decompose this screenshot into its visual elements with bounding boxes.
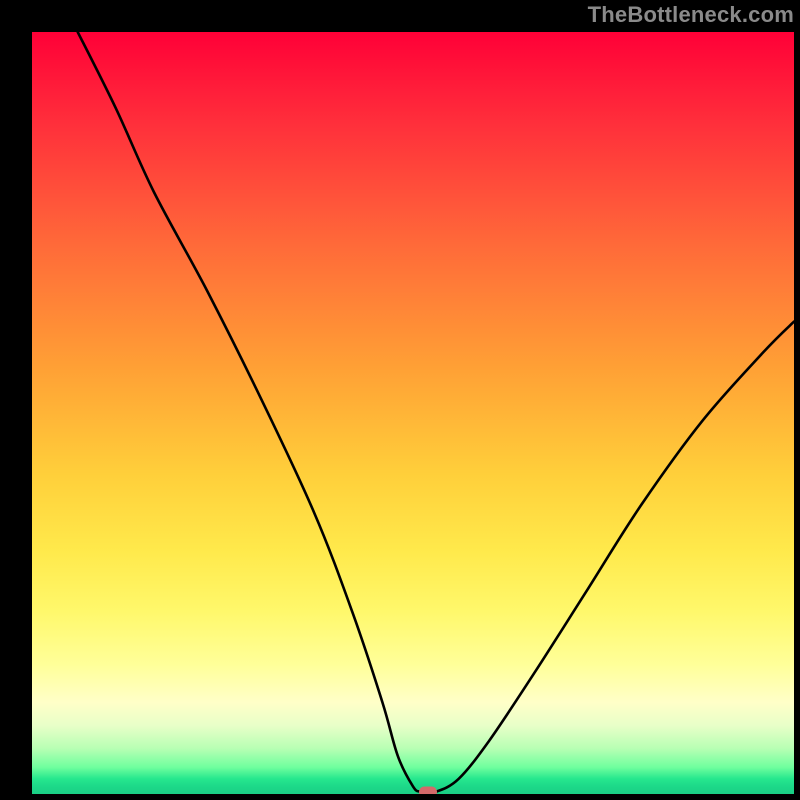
plot-area [32, 32, 794, 794]
chart-frame: TheBottleneck.com [0, 0, 800, 800]
bottleneck-curve [32, 32, 794, 794]
optimal-marker [419, 786, 437, 794]
watermark-text: TheBottleneck.com [588, 2, 794, 28]
